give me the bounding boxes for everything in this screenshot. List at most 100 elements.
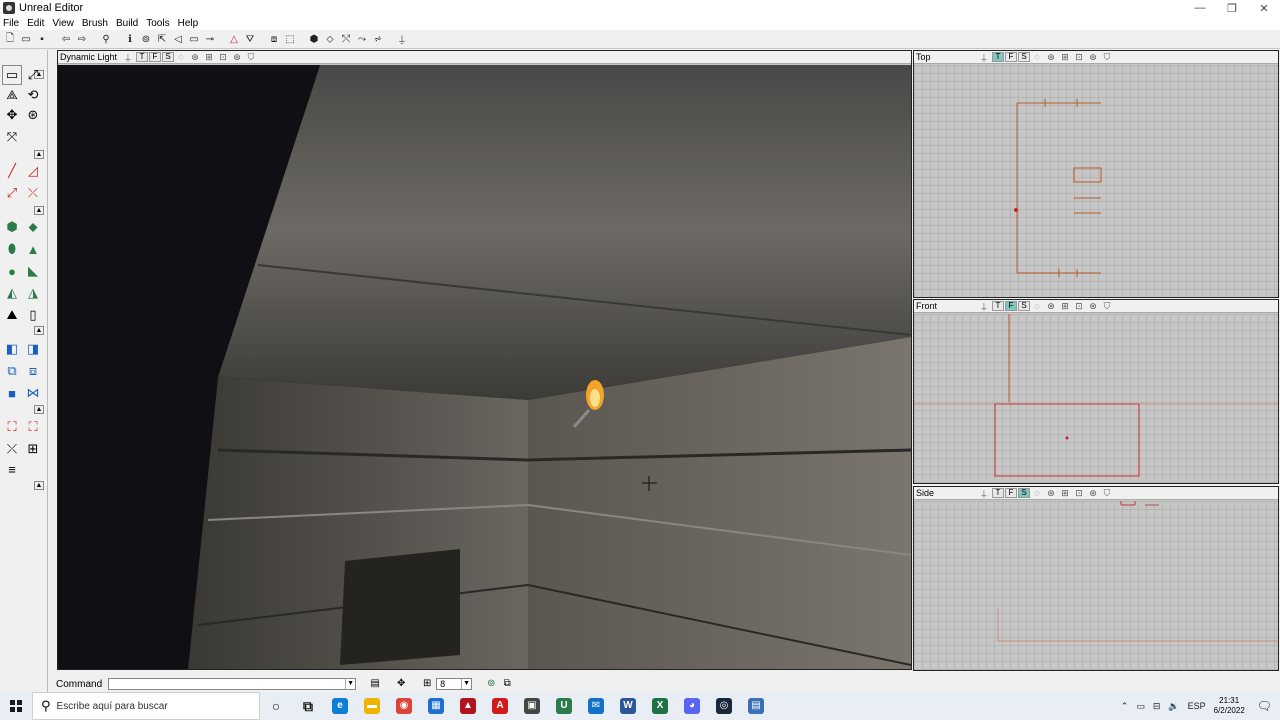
- chevron-down-icon[interactable]: ▼: [461, 679, 471, 689]
- discord-taskbar-button[interactable]: ◕: [676, 692, 708, 720]
- collapse-group-button[interactable]: ▲: [34, 150, 44, 159]
- zone-mode-icon[interactable]: ⊛: [189, 52, 201, 62]
- add-special-brush-icon[interactable]: ■: [3, 384, 21, 402]
- show-selected-icon[interactable]: ⛶: [3, 418, 21, 436]
- lighting-mode-icon[interactable]: ⊡: [217, 52, 229, 62]
- side-viewport[interactable]: Side ⍊ T F S ◌ ⊛ ⊞ ⊡ ⊛ ⛉: [913, 486, 1279, 671]
- menu-build[interactable]: Build: [116, 18, 138, 29]
- volume-icon[interactable]: 🔉: [1168, 701, 1179, 712]
- surface-properties-icon[interactable]: △: [227, 32, 241, 46]
- 3d-scene-render[interactable]: [58, 65, 911, 669]
- store-taskbar-button[interactable]: ▦: [420, 692, 452, 720]
- zone-mode-icon[interactable]: ⊛: [1045, 301, 1057, 311]
- chrome-taskbar-button[interactable]: ◉: [388, 692, 420, 720]
- camera-move-icon[interactable]: ▭: [2, 65, 22, 85]
- build-paths-icon[interactable]: ⬦: [323, 32, 337, 46]
- autocad-taskbar-button[interactable]: A: [484, 692, 516, 720]
- hide-selected-icon[interactable]: ⛶: [24, 418, 42, 436]
- realtime-preview-icon[interactable]: ⊛: [1087, 52, 1099, 62]
- word-taskbar-button[interactable]: W: [612, 692, 644, 720]
- side-view-button[interactable]: S: [162, 52, 174, 62]
- front-view-button[interactable]: F: [149, 52, 161, 62]
- brush-select-icon[interactable]: ⤢: [3, 184, 21, 202]
- misc-tool-icon[interactable]: ≡: [3, 460, 21, 478]
- build-all-icon[interactable]: ⤲: [339, 32, 353, 46]
- viewport-title[interactable]: Side: [916, 488, 978, 498]
- edge-taskbar-button[interactable]: e: [324, 692, 356, 720]
- add-mover-icon[interactable]: ⋈: [24, 384, 42, 402]
- csg-subtract-icon[interactable]: ◨: [24, 340, 42, 358]
- perspective-viewport[interactable]: Dynamic Light ⍊ T F S ◌ ⊛ ⊞ ⊡ ⊛ ⛉: [57, 50, 912, 670]
- dynamic-light-icon[interactable]: ⛉: [1101, 301, 1113, 311]
- restore-button[interactable]: ❐: [1216, 0, 1248, 16]
- play-level-icon[interactable]: ⩫: [371, 32, 385, 46]
- log-window-icon[interactable]: ▤: [368, 678, 382, 690]
- acrobat-taskbar-button[interactable]: ▲: [452, 692, 484, 720]
- sound-browser-icon[interactable]: ◁: [171, 32, 185, 46]
- dynamic-light-icon[interactable]: ⛉: [1101, 488, 1113, 498]
- csg-add-icon[interactable]: ◧: [3, 340, 21, 358]
- collapse-group-button[interactable]: ▲: [34, 481, 44, 490]
- lighting-mode-icon[interactable]: ⊡: [1073, 52, 1085, 62]
- cube-builder-icon[interactable]: ⬢: [3, 218, 21, 236]
- viewport-mode-label[interactable]: Dynamic Light: [60, 52, 122, 62]
- notifications-icon[interactable]: 🗨: [1257, 699, 1272, 713]
- wireframe-mode-icon[interactable]: ◌: [175, 52, 187, 62]
- texture-browser-icon[interactable]: ▭: [187, 32, 201, 46]
- move-icon[interactable]: ✥: [3, 106, 21, 124]
- close-button[interactable]: ✕: [1248, 0, 1280, 16]
- realtime-preview-icon[interactable]: ⊛: [231, 52, 243, 62]
- menu-view[interactable]: View: [52, 18, 74, 29]
- build-geometry-icon[interactable]: ⧈: [267, 32, 281, 46]
- dynamic-light-icon[interactable]: ⛉: [245, 52, 257, 62]
- binoculars-icon[interactable]: ⚲: [99, 32, 113, 46]
- menu-help[interactable]: Help: [178, 18, 199, 29]
- front-view-button[interactable]: F: [1005, 52, 1017, 62]
- save-icon[interactable]: ▪: [35, 32, 49, 46]
- build-options-icon[interactable]: ⤳: [355, 32, 369, 46]
- side-view-button[interactable]: S: [1018, 301, 1030, 311]
- menu-edit[interactable]: Edit: [27, 18, 44, 29]
- excel-taskbar-button[interactable]: X: [644, 692, 676, 720]
- csg-deintersect-icon[interactable]: ⧈: [24, 362, 42, 380]
- chevron-down-icon[interactable]: ▼: [345, 679, 355, 689]
- command-input[interactable]: ▼: [108, 678, 357, 690]
- texture-mode-icon[interactable]: ⊞: [1059, 52, 1071, 62]
- texture-mode-icon[interactable]: ⊞: [203, 52, 215, 62]
- top-ortho-grid[interactable]: [914, 65, 1278, 297]
- viewport-menu-icon[interactable]: ⍊: [978, 301, 990, 311]
- viewport-title[interactable]: Top: [916, 52, 978, 62]
- spiral-stair-icon[interactable]: ◭: [3, 284, 21, 302]
- wireframe-mode-icon[interactable]: ◌: [1031, 52, 1043, 62]
- terrain-builder-icon[interactable]: ⛰: [3, 306, 21, 324]
- game-app-taskbar-button[interactable]: ▣: [516, 692, 548, 720]
- select-all-icon[interactable]: ⊞: [24, 440, 42, 458]
- top-view-button[interactable]: T: [992, 488, 1004, 498]
- collapse-group-button[interactable]: ▲: [34, 405, 44, 414]
- new-file-icon[interactable]: 🗋: [3, 32, 17, 46]
- chevron-up-icon[interactable]: ⌃: [1121, 701, 1129, 712]
- task-view-taskbar-button[interactable]: ⧉: [292, 692, 324, 720]
- file-explorer-taskbar-button[interactable]: ▬: [356, 692, 388, 720]
- line-tool-icon[interactable]: ╱: [3, 162, 21, 180]
- sphere-builder-icon[interactable]: ●: [3, 262, 21, 280]
- wireframe-mode-icon[interactable]: ◌: [1031, 488, 1043, 498]
- vertex-edit-icon[interactable]: ⤢: [24, 66, 42, 84]
- texture-mode-icon[interactable]: ⊞: [1059, 488, 1071, 498]
- network-icon[interactable]: ⊟: [1153, 701, 1161, 712]
- texture-mode-icon[interactable]: ⊞: [1059, 301, 1071, 311]
- battery-icon[interactable]: ▭: [1136, 701, 1145, 712]
- collapse-group-button[interactable]: ▲: [34, 206, 44, 215]
- menu-brush[interactable]: Brush: [82, 18, 108, 29]
- build-lighting-icon[interactable]: ⬢: [307, 32, 321, 46]
- realtime-preview-icon[interactable]: ⊛: [1087, 488, 1099, 498]
- wireframe-mode-icon[interactable]: ◌: [1031, 301, 1043, 311]
- side-view-button[interactable]: S: [1018, 52, 1030, 62]
- zone-mode-icon[interactable]: ⊛: [1045, 52, 1057, 62]
- select-none-icon[interactable]: ⤫: [3, 440, 21, 458]
- front-ortho-grid[interactable]: [914, 314, 1278, 483]
- top-view-button[interactable]: T: [992, 301, 1004, 311]
- unrealscript-icon[interactable]: ⍊: [395, 32, 409, 46]
- viewport-title[interactable]: Front: [916, 301, 978, 311]
- camera-speed-icon[interactable]: ⊚: [484, 678, 498, 690]
